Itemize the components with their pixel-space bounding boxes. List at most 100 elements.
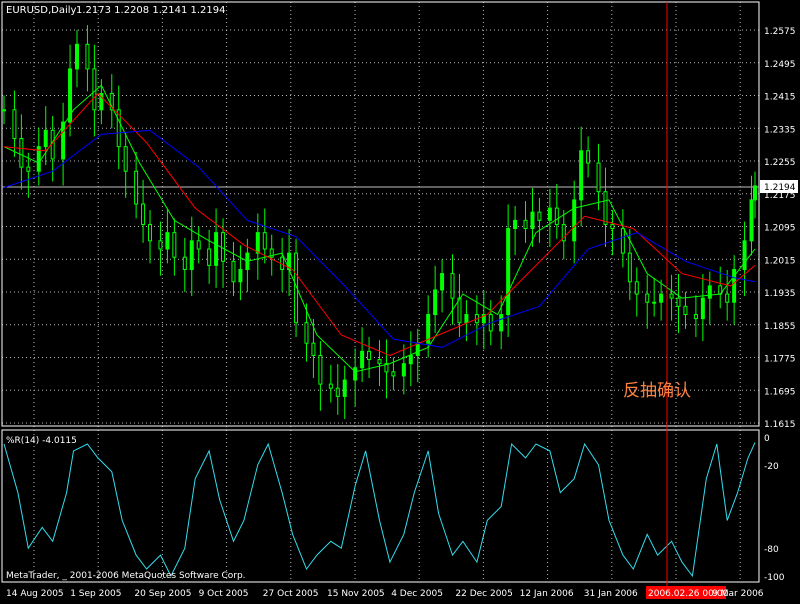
candle-body (182, 256, 187, 270)
price-tick-label: 1.1855 (764, 322, 796, 332)
candle-body (196, 240, 201, 250)
candle-body (221, 232, 226, 262)
candle-body (693, 314, 698, 320)
candle-body (2, 109, 6, 112)
candle-body (238, 268, 243, 283)
candle-body (214, 232, 219, 266)
candle-body (12, 109, 17, 139)
candle-body (749, 199, 754, 242)
candle-body (311, 342, 316, 356)
candle-body (537, 211, 542, 221)
price-tick-label: 1.1935 (764, 289, 796, 299)
candle-body (255, 232, 260, 254)
candle-body (547, 207, 552, 221)
candle-body (610, 223, 615, 230)
candle-body (700, 297, 705, 320)
candle-body (367, 350, 372, 361)
price-tick-label: 1.1695 (764, 387, 796, 397)
candle-body (262, 232, 267, 250)
price-tick-label: 1.2495 (764, 60, 796, 70)
time-tick-label: 9 Oct 2005 (199, 589, 249, 599)
time-tick-label: 1 Sep 2005 (70, 589, 121, 599)
time-tick-label: 9 Mar 2006 (712, 589, 764, 599)
candle-body (353, 367, 358, 381)
candle-body (85, 43, 90, 70)
time-tick-label: 15 Nov 2005 (327, 589, 385, 599)
price-tick-label: 1.2575 (764, 27, 796, 37)
candle-body (158, 240, 163, 250)
symbol-label: EURUSD,Daily (6, 5, 77, 16)
candle-body (19, 137, 24, 168)
candle-body (172, 232, 177, 258)
candle-body (513, 219, 518, 230)
candle-body (464, 314, 469, 324)
candle-body (189, 240, 194, 270)
candle-body (440, 273, 445, 291)
candle-body (231, 260, 236, 283)
price-tick-label: 1.2255 (764, 158, 796, 168)
chart-canvas[interactable]: EURUSD,Daily 1.2173 1.2208 1.2141 1.2194… (0, 0, 800, 600)
candle-body (603, 191, 608, 225)
candle-body (141, 203, 146, 225)
candle-body (450, 273, 455, 299)
candle-body (627, 252, 632, 283)
candle-body (586, 150, 591, 164)
annotation-text: 反抽确认 (623, 381, 691, 401)
price-tick-label: 1.2335 (764, 125, 796, 135)
candle-body (433, 289, 438, 316)
candle-body (328, 383, 333, 389)
candle-body (26, 166, 31, 172)
candle-body (579, 150, 584, 201)
candle-body (401, 363, 406, 377)
candle-body (342, 379, 347, 397)
price-tick-label: 1.2015 (764, 256, 796, 266)
candle-body (43, 129, 48, 148)
candle-body (92, 68, 97, 111)
time-tick-label: 4 Dec 2005 (391, 589, 443, 599)
indicator-tick-label: -100 (764, 573, 785, 583)
candle-body (377, 359, 382, 365)
candle-body (530, 211, 535, 230)
indicator-tick-label: -80 (764, 545, 779, 555)
candle-body (408, 354, 413, 365)
time-tick-label: 27 Oct 2005 (263, 589, 319, 599)
candle-body (659, 293, 664, 303)
mt4-chart-window[interactable]: EURUSD,Daily 1.2173 1.2208 1.2141 1.2194… (0, 0, 800, 600)
candle-body (123, 146, 128, 172)
indicator-tick-label: -20 (764, 462, 779, 472)
time-tick-label: 12 Jan 2006 (520, 589, 574, 599)
time-tick-label: 22 Dec 2005 (455, 589, 513, 599)
candle-body (645, 293, 650, 303)
candle-body (572, 199, 577, 242)
candle-body (360, 350, 365, 369)
candle-body (318, 354, 323, 385)
candle-body (707, 285, 712, 299)
candle-body (207, 248, 212, 266)
time-tick-label: 14 Aug 2005 (6, 589, 64, 599)
candle-body (742, 240, 747, 270)
copyright-text: MetaTrader, _ 2001-2006 MetaQuotes Softw… (6, 571, 246, 581)
candle-body (554, 207, 559, 225)
candle-body (634, 281, 639, 295)
price-tick-label: 1.2095 (764, 224, 796, 234)
price-tick-label: 1.2415 (764, 93, 796, 103)
ohlc-readout: 1.2173 1.2208 1.2141 1.2194 (76, 5, 226, 16)
candle-body (457, 297, 462, 324)
candle-body (725, 293, 730, 303)
current-price-tag: 1.2194 (764, 183, 796, 193)
time-tick-label: 31 Jan 2006 (584, 589, 638, 599)
candle-body (165, 232, 170, 250)
candle-body (415, 342, 420, 356)
candle-body (75, 43, 80, 70)
candle-body (676, 297, 681, 307)
time-tick-label: 20 Sep 2005 (134, 589, 191, 599)
candle-body (391, 371, 396, 377)
candle-body (669, 293, 674, 299)
candle-body (523, 219, 528, 230)
candle-body (499, 314, 504, 332)
candle-body (620, 228, 625, 254)
indicator-tick-label: 0 (764, 434, 770, 444)
candle-body (683, 305, 688, 316)
candle-body (652, 301, 657, 304)
candle-body (304, 322, 309, 344)
